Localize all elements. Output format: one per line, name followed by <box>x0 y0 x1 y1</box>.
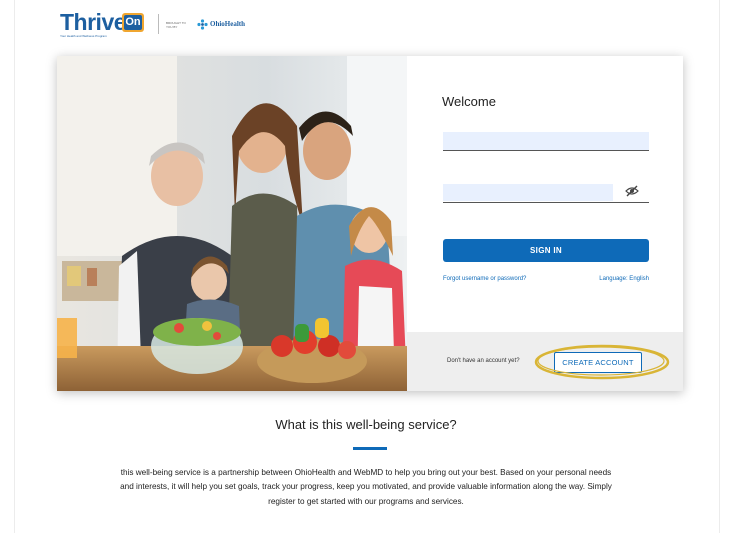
eye-slash-icon[interactable] <box>625 185 639 197</box>
username-field[interactable] <box>443 132 649 151</box>
ohiohealth-icon <box>197 19 208 30</box>
service-description: this well-being service is a partnership… <box>120 468 612 506</box>
title-underline <box>353 447 387 450</box>
sponsor-name: OhioHealth <box>210 20 246 28</box>
logo-badge: On <box>122 13 144 32</box>
login-panel: Welcome SIGN IN Forgot username or passw… <box>407 56 683 391</box>
welcome-heading: Welcome <box>442 94 496 109</box>
highlight-circle-annotation <box>534 344 670 380</box>
sponsor-note: BROUGHT TO YOU BY <box>166 21 186 29</box>
language-selector[interactable]: Language: English <box>599 276 649 282</box>
no-account-text: Don't have an account yet? <box>447 358 520 364</box>
logo-tagline: Your Health and Wellness Program <box>60 34 107 38</box>
sign-in-button[interactable]: SIGN IN <box>443 239 649 262</box>
logo-text: Thrive <box>60 9 127 35</box>
family-cooking-photo <box>57 56 407 391</box>
section-title: What is this well-being service? <box>275 417 457 432</box>
header-divider <box>158 14 159 34</box>
forgot-credentials-link[interactable]: Forgot username or password? <box>443 276 526 282</box>
password-underline <box>443 202 649 203</box>
password-field[interactable] <box>443 184 613 201</box>
login-card: Welcome SIGN IN Forgot username or passw… <box>57 56 683 391</box>
thriveon-logo[interactable]: Thrive <box>60 9 127 35</box>
site-header: Thrive On Your Health and Wellness Progr… <box>60 10 320 40</box>
